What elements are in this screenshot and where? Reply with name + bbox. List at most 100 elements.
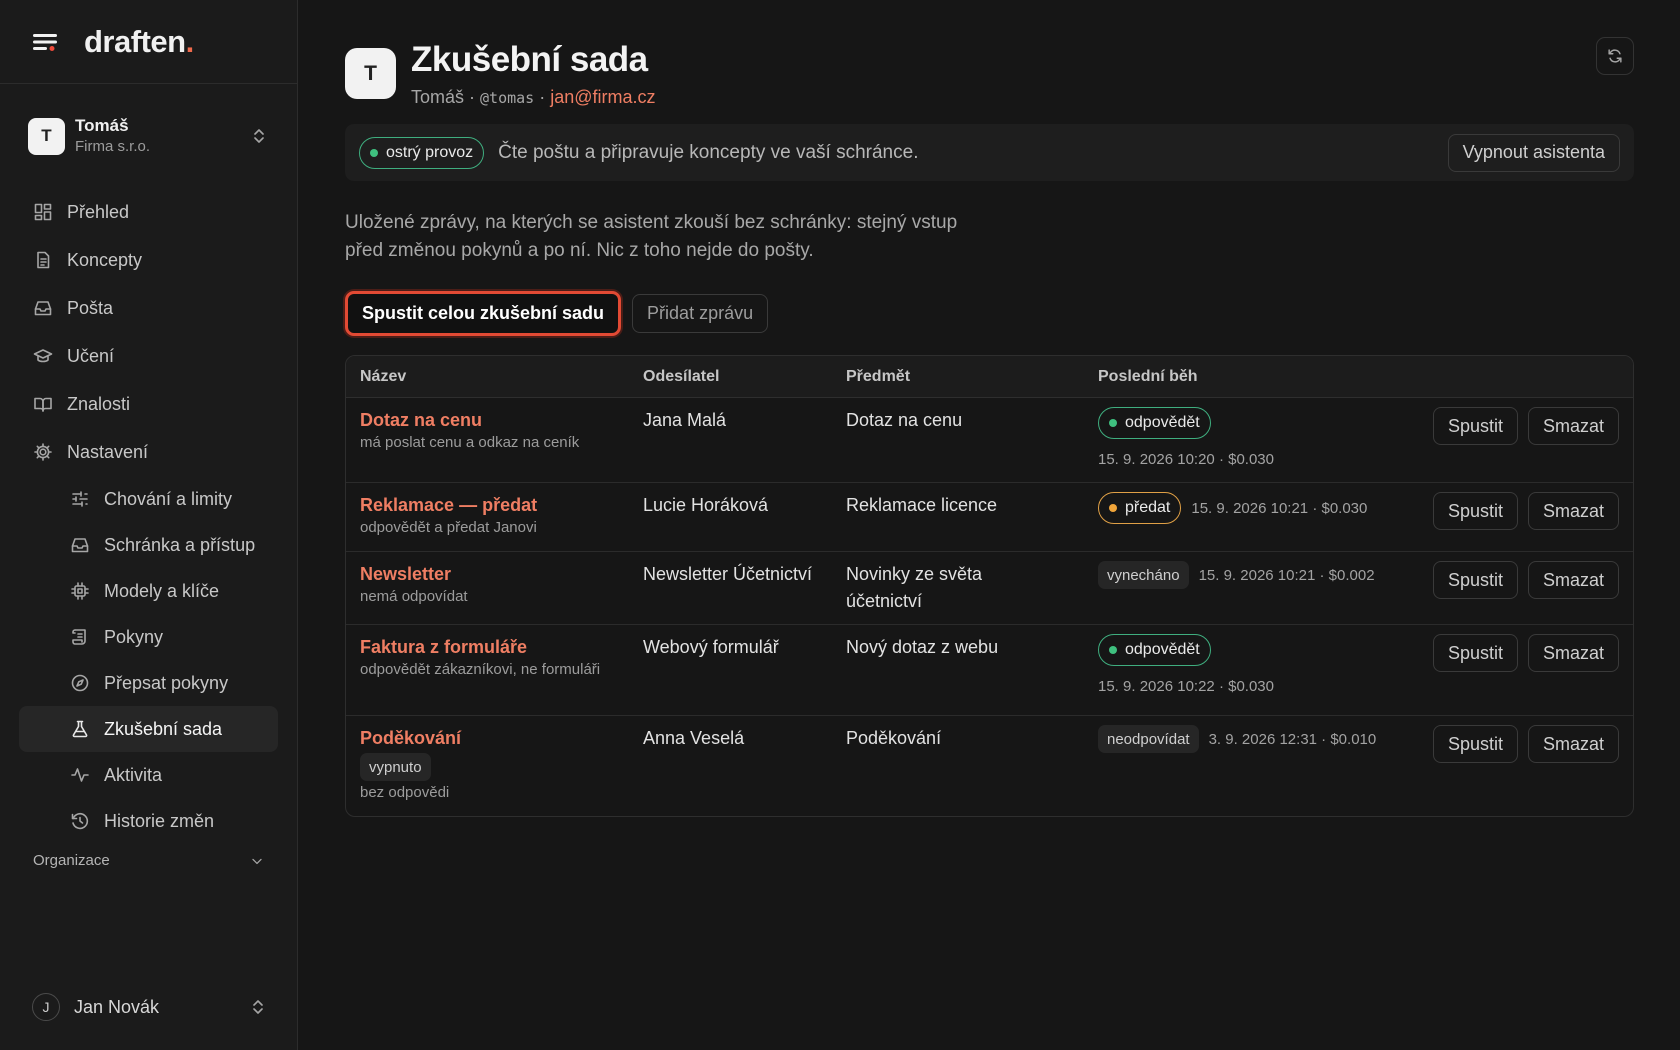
delete-test-button[interactable]: Smazat <box>1527 634 1619 672</box>
subnav-label: Chování a limity <box>104 488 233 509</box>
disabled-badge: vypnuto <box>360 753 431 781</box>
activity-icon <box>70 765 104 785</box>
run-meta: 15. 9. 2026 10:20 · $0.030 <box>1098 451 1274 468</box>
test-name-link[interactable]: Faktura z formuláře <box>360 635 610 659</box>
sliders-icon <box>70 489 104 509</box>
column-header-sender: Odesílatel <box>643 367 720 385</box>
run-meta: 15. 9. 2026 10:22 · $0.030 <box>1098 678 1274 695</box>
status-text: Čte poštu a připravuje koncepty ve vaší … <box>498 141 919 163</box>
last-run-cell: odpovědět 15. 9. 2026 10:22 · $0.030 <box>1098 634 1274 695</box>
nav-label: Koncepty <box>67 249 143 270</box>
run-test-button[interactable]: Spustit <box>1432 634 1518 672</box>
nav-item-koncepty[interactable]: Koncepty <box>0 236 297 284</box>
run-test-button[interactable]: Spustit <box>1432 407 1518 445</box>
run-all-tests-button[interactable]: Spustit celou zkušební sadu <box>345 291 622 336</box>
disable-assistant-button[interactable]: Vypnout asistenta <box>1447 133 1620 172</box>
user-name: Jan Novák <box>74 996 160 1017</box>
run-test-button[interactable]: Spustit <box>1432 725 1518 763</box>
owner-email-link[interactable]: jan@firma.cz <box>550 87 655 107</box>
separator: · <box>534 87 551 107</box>
subnav-label: Schránka a přístup <box>104 534 256 555</box>
page-title: Zkušební sada <box>411 40 648 79</box>
delete-test-button[interactable]: Smazat <box>1527 725 1619 763</box>
owner-name: Tomáš <box>411 87 465 107</box>
test-name-link[interactable]: Poděkování <box>360 726 461 750</box>
flask-icon <box>70 719 104 739</box>
subject-cell: Dotaz na cenu <box>846 410 963 430</box>
subnav-label: Modely a klíče <box>104 580 220 601</box>
scroll-icon <box>70 627 104 647</box>
test-name-link[interactable]: Newsletter <box>360 562 468 586</box>
run-test-button[interactable]: Spustit <box>1432 492 1518 530</box>
nav-item-posta[interactable]: Pošta <box>0 284 297 332</box>
result-badge: neodpovídat <box>1098 725 1199 753</box>
menu-icon[interactable] <box>32 27 62 57</box>
run-meta: 3. 9. 2026 12:31 · $0.010 <box>1208 730 1377 748</box>
organization-section-toggle[interactable]: Organizace <box>33 852 265 869</box>
user-menu[interactable]: J Jan Novák <box>32 993 268 1021</box>
refresh-icon <box>1606 47 1624 65</box>
test-note: nemá odpovídat <box>360 588 468 605</box>
status-dot <box>1109 504 1117 512</box>
test-note: odpovědět zákazníkovi, ne formuláři <box>360 661 601 678</box>
nav-item-znalosti[interactable]: Znalosti <box>0 380 297 428</box>
inbox-icon <box>33 298 67 318</box>
add-message-button[interactable]: Přidat zprávu <box>632 294 769 333</box>
account-org: Firma s.r.o. <box>75 138 151 156</box>
app-logo[interactable]: draften. <box>84 24 194 60</box>
document-icon <box>33 250 67 270</box>
nav-label: Nastavení <box>67 441 149 462</box>
organization-label: Organizace <box>33 852 110 869</box>
subnav-historie-zmen[interactable]: Historie změn <box>0 798 297 844</box>
subnav-pokyny[interactable]: Pokyny <box>0 614 297 660</box>
status-dot <box>370 148 378 157</box>
logo-dot: . <box>185 23 195 59</box>
last-run-cell: předat 15. 9. 2026 10:21 · $0.030 <box>1098 492 1367 524</box>
nav-item-uceni[interactable]: Učení <box>0 332 297 380</box>
test-name-link[interactable]: Dotaz na cenu <box>360 408 579 432</box>
subnav-modely-a-klice[interactable]: Modely a klíče <box>0 568 297 614</box>
subnav-prepsat-pokyny[interactable]: Přepsat pokyny <box>0 660 297 706</box>
nav-label: Pošta <box>67 297 114 318</box>
test-name-link[interactable]: Reklamace — předat <box>360 493 537 517</box>
status-dot <box>1109 646 1117 654</box>
status-dot <box>1109 419 1117 427</box>
chevron-updown-icon <box>249 126 269 146</box>
run-meta: 15. 9. 2026 10:21 · $0.002 <box>1198 566 1375 584</box>
delete-test-button[interactable]: Smazat <box>1527 407 1619 445</box>
main-nav: Přehled Koncepty Pošta Učení Znalosti Na… <box>0 188 297 844</box>
run-meta: 15. 9. 2026 10:21 · $0.030 <box>1191 499 1368 517</box>
nav-item-nastaveni[interactable]: Nastavení <box>0 428 297 476</box>
table-row: Poděkování vypnuto bez odpovědi Anna Ves… <box>346 716 1633 816</box>
test-note: odpovědět a předat Janovi <box>360 519 537 536</box>
delete-test-button[interactable]: Smazat <box>1527 561 1619 599</box>
result-badge: vynecháno <box>1098 561 1189 589</box>
actions-bar: Spustit celou zkušební sadu Přidat zpráv… <box>345 291 769 336</box>
run-test-button[interactable]: Spustit <box>1432 561 1518 599</box>
subnav-aktivita[interactable]: Aktivita <box>0 752 297 798</box>
sidebar: draften. T Tomáš Firma s.r.o. Přehled Ko… <box>0 0 298 1050</box>
subnav-label: Pokyny <box>104 626 164 647</box>
inbox-icon <box>70 535 104 555</box>
column-header-last-run: Poslední běh <box>1098 367 1198 385</box>
assistant-owner-line: Tomáš · @tomas · jan@firma.cz <box>411 87 656 108</box>
account-switcher[interactable]: T Tomáš Firma s.r.o. <box>0 84 297 188</box>
compass-icon <box>70 673 104 693</box>
result-badge: předat <box>1098 492 1182 524</box>
column-header-name: Název <box>360 367 407 385</box>
mode-badge: ostrý provoz <box>359 136 485 169</box>
refresh-button[interactable] <box>1596 37 1634 75</box>
chevron-down-icon <box>249 853 265 869</box>
result-badge: odpovědět <box>1098 407 1211 439</box>
subject-cell: Poděkování <box>846 728 942 748</box>
sender-cell: Anna Veselá <box>643 728 745 748</box>
subnav-schranka-a-pristup[interactable]: Schránka a přístup <box>0 522 297 568</box>
account-name: Tomáš <box>75 116 129 136</box>
nav-item-prehled[interactable]: Přehled <box>0 188 297 236</box>
delete-test-button[interactable]: Smazat <box>1527 492 1619 530</box>
subnav-zkusebni-sada[interactable]: Zkušební sada <box>19 706 278 752</box>
subject-cell: Nový dotaz z webu <box>846 637 999 657</box>
sender-cell: Newsletter Účetnictví <box>643 564 813 584</box>
subnav-chovani-a-limity[interactable]: Chování a limity <box>0 476 297 522</box>
account-avatar: T <box>28 117 65 155</box>
